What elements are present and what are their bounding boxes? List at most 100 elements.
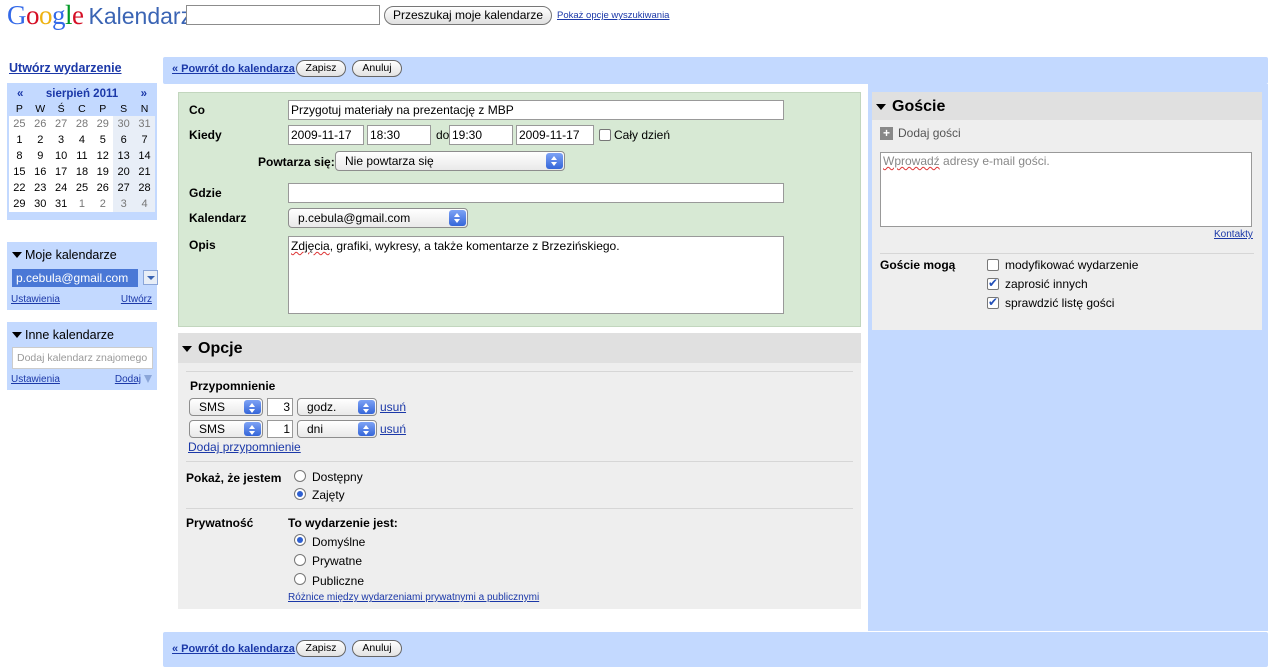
- add-guests-plus-icon[interactable]: +: [880, 127, 893, 140]
- create-event-link[interactable]: Utwórz wydarzenie: [9, 61, 122, 75]
- day-cell[interactable]: 26: [30, 116, 51, 132]
- calendar-menu-arrow-icon[interactable]: [143, 270, 158, 285]
- day-cell[interactable]: 27: [113, 180, 135, 196]
- other-calendars-toggle[interactable]: Inne kalendarze: [12, 328, 114, 342]
- day-cell[interactable]: 17: [51, 164, 72, 180]
- prev-month-button[interactable]: «: [17, 88, 23, 100]
- day-cell[interactable]: 4: [72, 132, 93, 148]
- day-cell[interactable]: 20: [113, 164, 135, 180]
- reminder-amount-input[interactable]: 1: [267, 420, 293, 438]
- options-header[interactable]: [178, 333, 861, 363]
- description-textarea[interactable]: Zdjęcia, grafiki, wykresy, a także komen…: [288, 236, 784, 314]
- start-date-input[interactable]: 2009-11-17: [288, 125, 364, 145]
- next-month-button[interactable]: »: [141, 88, 147, 100]
- my-calendars-toggle[interactable]: Moje kalendarze: [12, 248, 117, 262]
- day-cell[interactable]: 6: [113, 132, 135, 148]
- day-cell[interactable]: 28: [134, 180, 155, 196]
- day-cell[interactable]: 11: [72, 148, 93, 164]
- day-cell[interactable]: 25: [9, 116, 30, 132]
- day-cell[interactable]: 30: [113, 116, 135, 132]
- save-button[interactable]: Zapisz: [296, 640, 346, 657]
- day-cell[interactable]: 23: [30, 180, 51, 196]
- day-cell[interactable]: 10: [51, 148, 72, 164]
- privacy-default-radio[interactable]: [294, 534, 306, 546]
- end-time-input[interactable]: 19:30: [449, 125, 513, 145]
- where-input[interactable]: [288, 183, 784, 203]
- day-cell[interactable]: 30: [30, 196, 51, 212]
- contacts-link[interactable]: Kontakty: [1214, 229, 1253, 240]
- privacy-private-radio[interactable]: [294, 554, 306, 566]
- day-cell[interactable]: 14: [134, 148, 155, 164]
- privacy-differences-link[interactable]: Różnice między wydarzeniami prywatnymi a…: [288, 592, 539, 603]
- show-as-busy-radio[interactable]: [294, 488, 306, 500]
- guests-invite-checkbox[interactable]: [987, 276, 999, 290]
- day-cell[interactable]: 19: [92, 164, 113, 180]
- day-cell[interactable]: 8: [9, 148, 30, 164]
- add-reminder-link[interactable]: Dodaj przypomnienie: [188, 440, 301, 454]
- day-cell[interactable]: 22: [9, 180, 30, 196]
- day-cell[interactable]: 31: [51, 196, 72, 212]
- end-date-input[interactable]: 2009-11-17: [516, 125, 594, 145]
- day-cell[interactable]: 4: [134, 196, 155, 212]
- day-cell[interactable]: 13: [113, 148, 135, 164]
- guest-emails-textarea[interactable]: Wprowadź adresy e-mail gości.: [880, 152, 1252, 227]
- search-options-link[interactable]: Pokaż opcje wyszukiwania: [557, 10, 669, 21]
- start-time-input[interactable]: 18:30: [367, 125, 431, 145]
- day-cell[interactable]: 15: [9, 164, 30, 180]
- day-cell[interactable]: 18: [72, 164, 93, 180]
- guests-toggle[interactable]: Goście: [876, 98, 945, 116]
- back-to-calendar-link[interactable]: « Powrót do kalendarza: [172, 63, 295, 75]
- privacy-public-radio[interactable]: [294, 573, 306, 585]
- day-cell[interactable]: 3: [51, 132, 72, 148]
- back-to-calendar-link[interactable]: « Powrót do kalendarza: [172, 643, 295, 655]
- day-cell[interactable]: 26: [92, 180, 113, 196]
- other-calendars-settings-link[interactable]: Ustawienia: [11, 374, 60, 385]
- repeat-select[interactable]: Nie powtarza się: [335, 151, 565, 171]
- day-cell[interactable]: 25: [72, 180, 93, 196]
- mini-calendar-month[interactable]: sierpień 2011: [46, 88, 118, 100]
- google-calendar-logo[interactable]: Google Kalendarz: [7, 0, 192, 34]
- day-cell[interactable]: 1: [72, 196, 93, 212]
- remove-reminder-link[interactable]: usuń: [380, 400, 406, 414]
- create-calendar-link[interactable]: Utwórz: [121, 294, 152, 305]
- my-calendars-settings-link[interactable]: Ustawienia: [11, 294, 60, 305]
- calendar-chip[interactable]: p.cebula@gmail.com: [12, 269, 138, 287]
- day-cell[interactable]: 29: [92, 116, 113, 132]
- day-cell[interactable]: 16: [30, 164, 51, 180]
- day-cell[interactable]: 27: [51, 116, 72, 132]
- day-cell[interactable]: 2: [92, 196, 113, 212]
- add-guests-label[interactable]: Dodaj gości: [898, 126, 961, 140]
- add-calendar-menu[interactable]: Dodaj: [115, 374, 152, 385]
- day-cell[interactable]: 5: [92, 132, 113, 148]
- reminder-method-select[interactable]: SMS: [189, 420, 263, 438]
- what-input[interactable]: Przygotuj materiały na prezentację z MBP: [288, 100, 784, 120]
- show-as-available-radio[interactable]: [294, 470, 306, 482]
- calendar-select[interactable]: p.cebula@gmail.com: [288, 208, 468, 228]
- guests-see-list-checkbox[interactable]: [987, 295, 999, 309]
- day-cell[interactable]: 9: [30, 148, 51, 164]
- reminder-unit-select[interactable]: godz.: [297, 398, 377, 416]
- search-input[interactable]: [186, 5, 380, 25]
- reminder-unit-select[interactable]: dni: [297, 420, 377, 438]
- add-friend-calendar-input[interactable]: Dodaj kalendarz znajomego: [12, 347, 153, 369]
- options-toggle[interactable]: Opcje: [182, 340, 242, 358]
- day-cell[interactable]: 7: [134, 132, 155, 148]
- day-cell[interactable]: 21: [134, 164, 155, 180]
- day-cell[interactable]: 28: [72, 116, 93, 132]
- all-day-checkbox[interactable]: [599, 129, 611, 141]
- day-cell[interactable]: 24: [51, 180, 72, 196]
- day-cell[interactable]: 31: [134, 116, 155, 132]
- day-cell[interactable]: 1: [9, 132, 30, 148]
- day-cell[interactable]: 29: [9, 196, 30, 212]
- cancel-button[interactable]: Anuluj: [352, 640, 402, 657]
- day-cell[interactable]: 12: [92, 148, 113, 164]
- guests-modify-checkbox[interactable]: [987, 259, 999, 271]
- add-calendar-link[interactable]: Dodaj: [115, 374, 141, 385]
- reminder-amount-input[interactable]: 3: [267, 398, 293, 416]
- save-button[interactable]: Zapisz: [296, 60, 346, 77]
- day-cell[interactable]: 3: [113, 196, 135, 212]
- search-button[interactable]: Przeszukaj moje kalendarze: [384, 6, 553, 25]
- cancel-button[interactable]: Anuluj: [352, 60, 402, 77]
- day-cell[interactable]: 2: [30, 132, 51, 148]
- remove-reminder-link[interactable]: usuń: [380, 422, 406, 436]
